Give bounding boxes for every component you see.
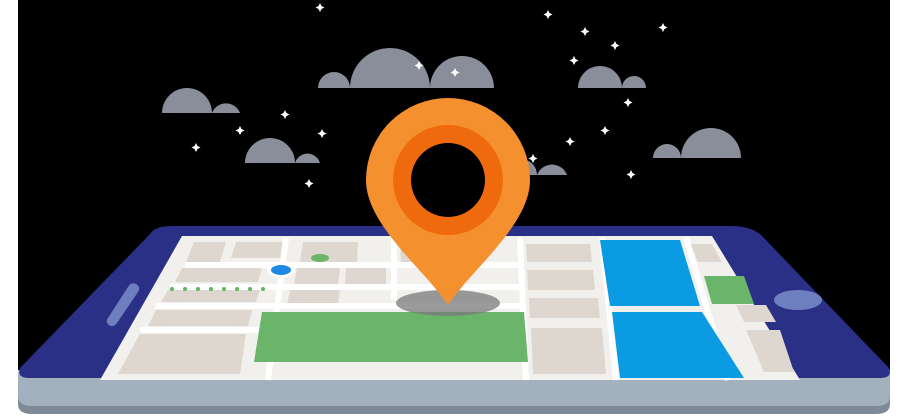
right-white-margin	[890, 0, 907, 417]
map-park	[254, 312, 528, 362]
map-park-dot	[311, 254, 329, 262]
location-map-illustration	[0, 0, 907, 417]
pin-hole	[411, 143, 485, 217]
location-dot-icon	[267, 263, 295, 277]
left-white-margin	[0, 0, 18, 417]
phone-home-button	[774, 290, 822, 310]
